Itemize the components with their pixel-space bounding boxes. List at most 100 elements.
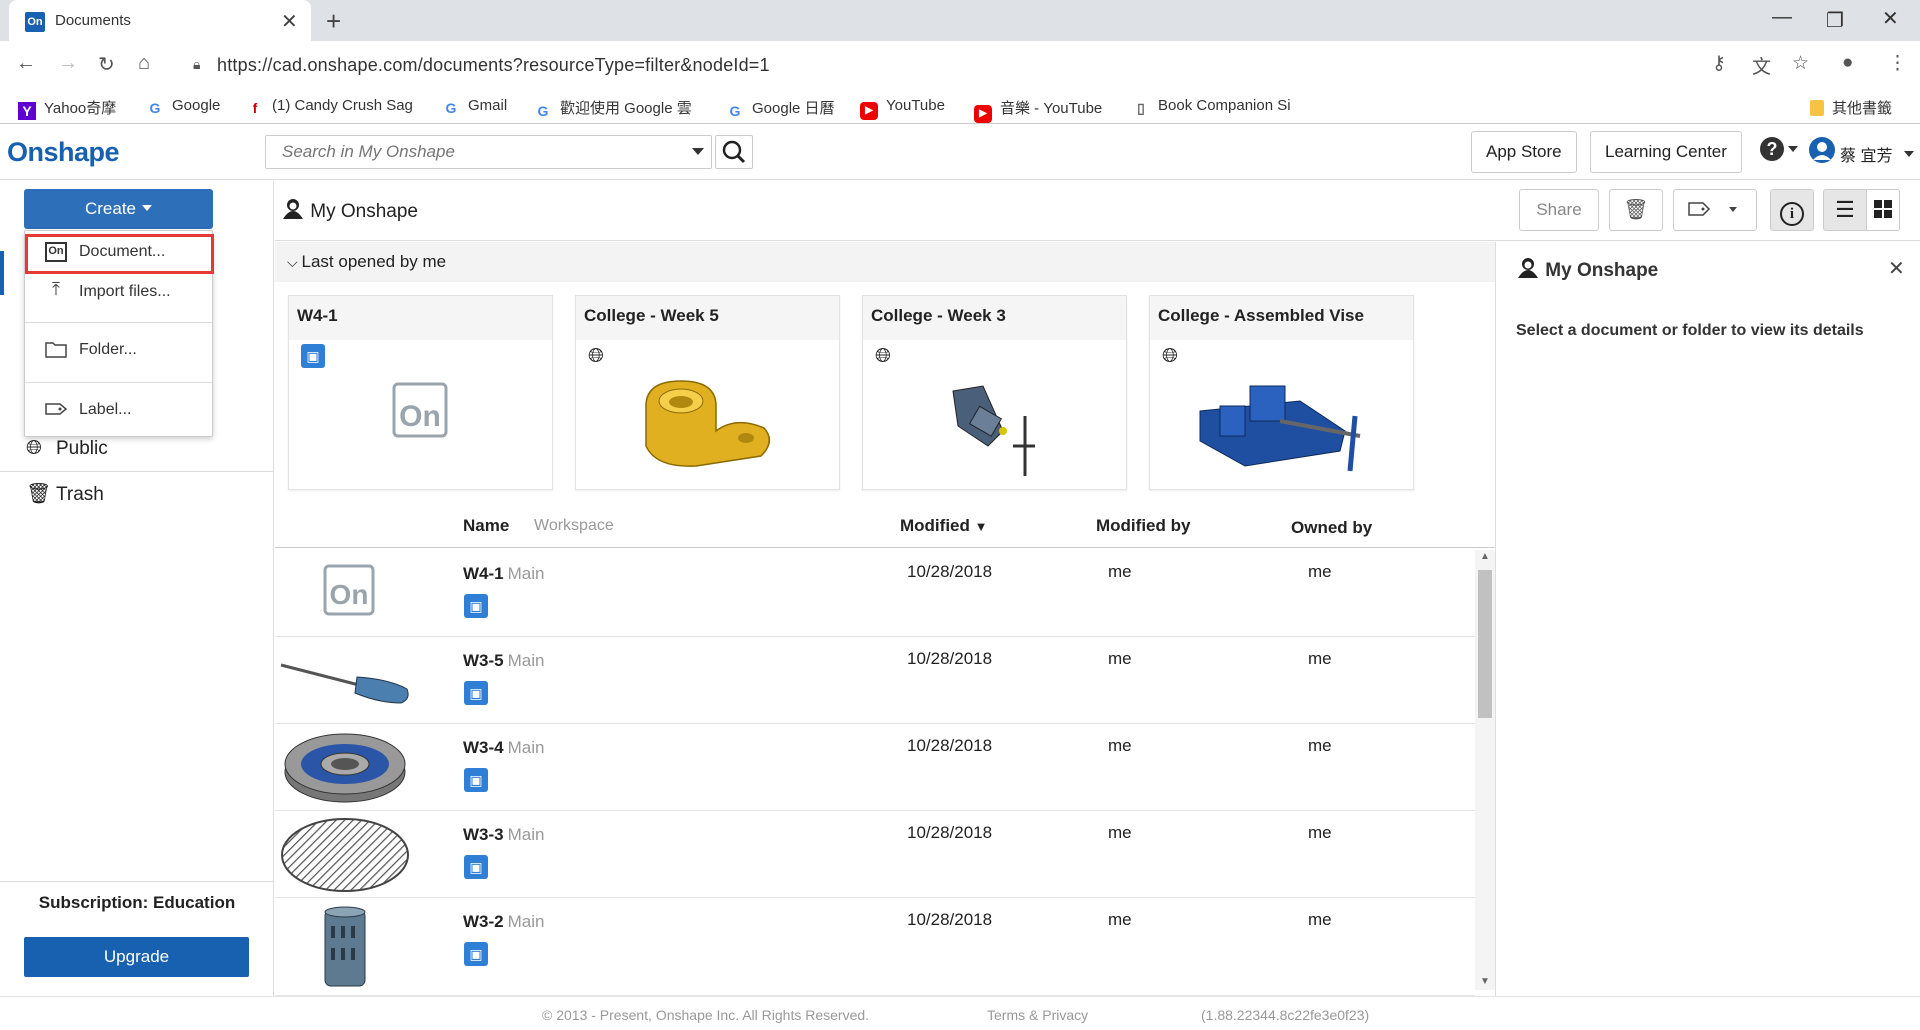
browser-tab[interactable]: On Documents ✕ (9, 0, 311, 41)
recent-card-college-week-5[interactable]: College - Week 5 🌐︎ (575, 295, 840, 490)
scroll-down-icon[interactable]: ▼ (1480, 976, 1490, 987)
search-button[interactable] (715, 135, 753, 169)
create-button[interactable]: Create (24, 189, 213, 229)
edu-icon: ▣ (464, 855, 488, 879)
modified-date: 10/28/2018 (907, 736, 993, 755)
address-bar[interactable]: 🔒︎ https://cad.onshape.com/documents?res… (175, 48, 1810, 82)
close-icon[interactable]: ✕ (1888, 256, 1905, 281)
part-thumbnail (576, 376, 839, 486)
menu-icon[interactable]: ⋮ (1888, 52, 1907, 75)
bookmark-book-companion[interactable]: ▯ Book Companion Si (1132, 97, 1302, 117)
account-icon[interactable]: ● (1842, 52, 1853, 74)
assembly-thumbnail (863, 376, 1126, 486)
bookmark-google-calendar[interactable]: G Google 日曆 (726, 97, 835, 120)
sort-desc-icon: ▼ (974, 519, 988, 534)
modified-by: me (1108, 823, 1132, 842)
new-tab-icon[interactable]: + (326, 6, 341, 37)
modified-date: 10/28/2018 (907, 910, 993, 929)
home-icon[interactable]: ⌂ (138, 52, 150, 75)
user-icon (1518, 258, 1538, 278)
terms-link[interactable]: Terms & Privacy (987, 1007, 1088, 1023)
table-row[interactable]: W3-4 Main ▣ 10/28/2018 me me (275, 724, 1475, 811)
sidebar-item-trash[interactable]: 🗑︎ Trash (26, 481, 104, 506)
key-icon[interactable]: ⚷ (1712, 52, 1726, 75)
table-row[interactable]: W3-5 Main ▣ 10/28/2018 me me (275, 637, 1475, 724)
forward-icon[interactable]: → (58, 52, 78, 75)
card-title: College - Assembled Vise (1150, 296, 1413, 340)
restore-icon[interactable]: ❐ (1826, 8, 1844, 33)
candy-crush-icon: f (252, 100, 258, 116)
recent-card-w4-1[interactable]: W4-1 ▣ On (288, 295, 553, 490)
menu-item-import[interactable]: ⤒ Import files... (25, 274, 212, 310)
tab-close-icon[interactable]: ✕ (281, 9, 298, 34)
document-name[interactable]: W4-1 Main (463, 564, 544, 584)
card-title: College - Week 3 (863, 296, 1126, 340)
table-row[interactable]: W3-3 Main ▣ 10/28/2018 me me (275, 811, 1475, 898)
star-icon[interactable]: ☆ (1792, 52, 1809, 75)
document-name[interactable]: W3-4 Main (463, 738, 544, 758)
bookmark-gmail[interactable]: G Gmail (442, 97, 508, 117)
menu-item-document[interactable]: On Document... (25, 234, 214, 274)
bookmark-candy-crush[interactable]: f (1) Candy Crush Sag (246, 97, 413, 117)
minimize-icon[interactable]: — (1772, 6, 1792, 29)
scroll-up-icon[interactable]: ▲ (1480, 551, 1490, 562)
version-text: (1.88.22344.8c22fe3e0f23) (1201, 1007, 1370, 1023)
owned-by: me (1308, 736, 1332, 755)
reload-icon[interactable]: ↻ (98, 52, 115, 77)
column-modified-by[interactable]: Modified by (1096, 516, 1190, 536)
bookmark-youtube[interactable]: ▶ YouTube (860, 97, 945, 120)
onshape-placeholder-thumbnail: On (279, 556, 411, 630)
app-store-button[interactable]: App Store (1471, 131, 1577, 173)
bookmark-google-cloud[interactable]: G 歡迎使用 Google 雲 (534, 97, 692, 120)
bookmark-youtube-music[interactable]: ▶ 音樂 - YouTube (974, 97, 1102, 123)
upload-icon: ⤒ (52, 279, 60, 299)
recent-card-college-assembled-vise[interactable]: College - Assembled Vise 🌐︎ (1149, 295, 1414, 490)
column-modified[interactable]: Modified ▼ (900, 516, 988, 536)
share-button[interactable]: Share (1519, 189, 1599, 231)
menu-item-label[interactable]: Label... (25, 392, 212, 428)
learning-center-button[interactable]: Learning Center (1590, 131, 1742, 173)
document-name[interactable]: W3-5 Main (463, 651, 544, 671)
user-dropdown-icon[interactable] (1904, 151, 1914, 157)
table-scrollbar-thumb[interactable] (1478, 570, 1492, 718)
help-dropdown-icon[interactable] (1788, 146, 1798, 152)
list-view-button[interactable]: ☰ (1823, 189, 1867, 231)
onshape-logo[interactable]: Onshape (7, 137, 120, 168)
document-name[interactable]: W3-3 Main (463, 825, 544, 845)
create-dropdown-menu: On Document... ⤒ Import files... Folder.… (24, 230, 214, 437)
label-button[interactable] (1673, 189, 1757, 231)
table-row[interactable]: W3-2 Main ▣ 10/28/2018 me me (275, 898, 1475, 996)
document-name[interactable]: W3-2 Main (463, 912, 544, 932)
last-opened-header[interactable]: ⌵ Last opened by me (275, 242, 1495, 282)
user-avatar-icon[interactable] (1808, 136, 1836, 169)
grid-view-button[interactable] (1866, 189, 1900, 231)
svg-text:On: On (330, 579, 369, 610)
modified-by: me (1108, 910, 1132, 929)
user-name[interactable]: 蔡 宜芳 (1840, 142, 1892, 166)
translate-icon[interactable]: 文 (1752, 52, 1771, 79)
search-input[interactable] (266, 136, 666, 168)
search-box[interactable] (265, 135, 712, 169)
assembly-thumbnail (1150, 376, 1413, 486)
column-name[interactable]: Name (463, 516, 509, 536)
other-bookmarks[interactable]: 其他書籤 (1810, 97, 1892, 118)
menu-item-folder[interactable]: Folder... (25, 332, 212, 368)
column-owned-by[interactable]: Owned by (1291, 518, 1372, 538)
trash-icon: 🗑︎ (26, 483, 52, 505)
google-icon: G (729, 103, 741, 119)
google-icon: G (149, 100, 161, 116)
back-icon[interactable]: ← (16, 52, 36, 75)
bearing-thumbnail (279, 730, 411, 804)
upgrade-button[interactable]: Upgrade (24, 937, 249, 977)
recent-card-college-week-3[interactable]: College - Week 3 🌐︎ (862, 295, 1127, 490)
trash-icon: 🗑︎ (1623, 199, 1649, 221)
bookmark-google[interactable]: G Google (146, 97, 221, 117)
help-icon[interactable]: ? (1760, 137, 1784, 161)
info-button[interactable]: i (1770, 189, 1814, 231)
trash-button[interactable]: 🗑︎ (1609, 189, 1663, 231)
table-row[interactable]: On W4-1 Main ▣ 10/28/2018 me me (275, 550, 1475, 637)
bookmark-yahoo[interactable]: Y Yahoo奇摩 (18, 97, 116, 120)
sidebar-item-public[interactable]: 🌐︎ Public (26, 437, 108, 460)
window-close-icon[interactable]: ✕ (1882, 6, 1899, 31)
search-dropdown-icon[interactable] (692, 148, 704, 155)
